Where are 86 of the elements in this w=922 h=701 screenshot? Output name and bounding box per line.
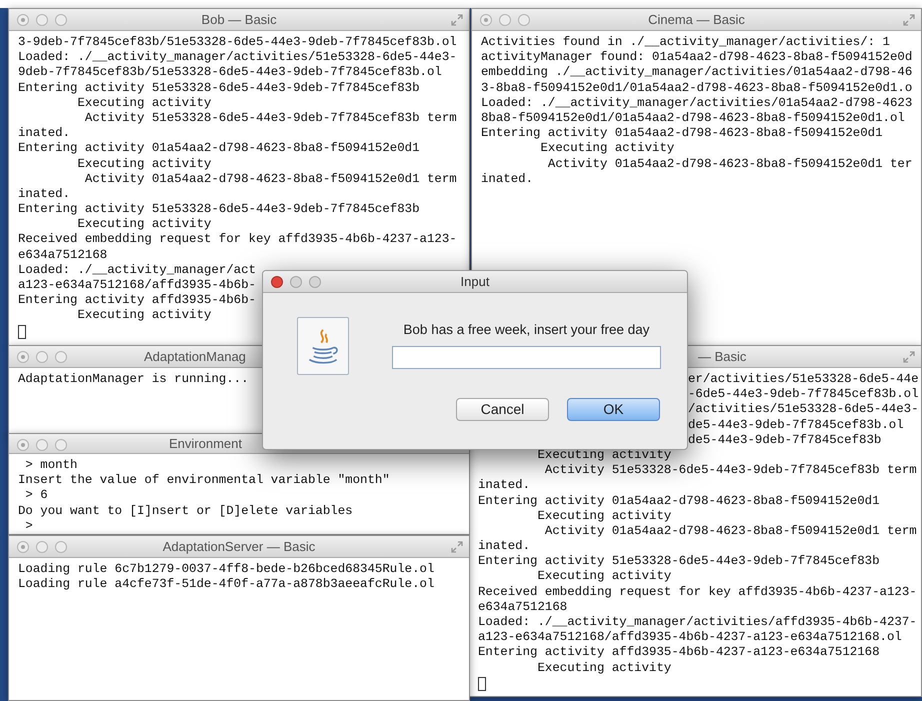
console-line: inated.	[478, 478, 530, 494]
console-line: er/activities/51e53328-6de5-44e	[688, 372, 919, 388]
zoom-button[interactable]	[55, 351, 67, 363]
console-line: e634a7512168	[18, 248, 108, 263]
console-line: de5-44e3-9deb-7f7845cef83b	[688, 432, 882, 448]
console-line: Executing activity	[76, 308, 212, 324]
console-line: Insert the value of environmental variable "month"	[18, 473, 390, 488]
console-line: -6de5-44e3-9deb-7f7845cef83b.ol	[688, 387, 919, 402]
console-line: Entering activity affd3935-4b6b-	[18, 293, 256, 308]
minimize-button[interactable]	[36, 351, 48, 363]
console-line: /activities/51e53328-6de5-44e3-	[688, 402, 919, 418]
fullscreen-icon[interactable]	[451, 14, 463, 26]
console-line: AdaptationManager is running...	[18, 372, 249, 388]
zoom-button[interactable]	[55, 541, 67, 553]
zoom-button[interactable]	[309, 276, 321, 288]
window-title: Cinema — Basic	[648, 12, 745, 28]
console-line: Executing activity	[76, 217, 212, 232]
console-line: Loading rule 6c7b1279-0037-4ff8-bede-b26bced68345Rule.ol	[18, 562, 434, 578]
console-line: Executing activity	[76, 96, 212, 111]
console-line: inated.	[481, 172, 534, 187]
console-line: inated.	[18, 186, 70, 202]
dialog-button[interactable]: OK	[567, 398, 660, 421]
console-line: Entering activity 01a54aa2-d798-4623-8ba8-f5094152e0d1	[478, 494, 880, 509]
console-line: Executing activity	[536, 508, 672, 524]
minimize-button[interactable]	[36, 541, 48, 553]
console-line: Executing activity	[536, 569, 672, 585]
console-line: e634a7512168	[478, 600, 568, 615]
fullscreen-icon[interactable]	[903, 351, 915, 363]
window-title: AdaptationManag	[144, 348, 246, 364]
console-line: Executing activity	[536, 660, 672, 676]
console-line: 8ba8-f5094152e0d1/01a54aa2-d798-4623-8ba8-f5094152e0d1.ol	[481, 110, 905, 126]
console-line: Activity 01a54aa2-d798-4623-8ba8-f5094152e0d1 term	[544, 524, 917, 540]
dialog-message: Bob has a free week, insert your free day	[403, 321, 650, 339]
console-line: Loaded: ./__activity_manager/activities/51e53328-6de5-44e3-	[18, 50, 457, 66]
input-field[interactable]	[392, 346, 661, 370]
console-line: Entering activity 01a54aa2-d798-4623-8ba8-f5094152e0d1	[18, 141, 420, 156]
minimize-button[interactable]	[36, 439, 48, 451]
console-line: > month	[24, 458, 78, 474]
window-title: Environment	[169, 436, 242, 452]
console-line: Loading rule a4cfe73f-51de-4f0f-a77a-a878b3aeeafcRule.ol	[18, 577, 434, 592]
window-title: Bob — Basic	[201, 12, 277, 28]
console-line: Executing activity	[539, 141, 674, 156]
console-line: embedding ./__activity_manager/activities/01a54aa2-d798-46	[481, 65, 912, 81]
minimize-button[interactable]	[290, 276, 302, 288]
console-line: Executing activity	[76, 156, 212, 172]
console-line: Executing activity	[536, 448, 672, 464]
dialog-button[interactable]: Cancel	[456, 398, 549, 421]
minimize-button[interactable]	[499, 14, 511, 26]
console-line: Loaded: ./__activity_manager/activities/affd3935-4b6b-4237-	[478, 615, 917, 630]
console-line: Entering activity 51e53328-6de5-44e3-9deb-7f7845cef83b	[18, 202, 420, 218]
console-line: Loaded: ./__activity_manager/activities/01a54aa2-d798-4623	[481, 96, 912, 111]
zoom-button[interactable]	[55, 14, 67, 26]
zoom-button[interactable]	[518, 14, 530, 26]
minimize-button[interactable]	[36, 14, 48, 26]
console-line: inated.	[478, 539, 530, 554]
console-line: >	[24, 518, 33, 534]
console-line: Entering activity 51e53328-6de5-44e3-9deb-7f7845cef83b	[478, 554, 880, 570]
console-line: Activities found in ./__activity_manager/activities/: 1	[481, 35, 890, 50]
console-line: Activity 01a54aa2-d798-4623-8ba8-f5094152e0d1 ter	[546, 156, 912, 172]
console-line: 3-9deb-7f7845cef83b/51e53328-6de5-44e3-9deb-7f7845cef83b.ol	[18, 35, 457, 50]
console-line: Entering activity 51e53328-6de5-44e3-9deb-7f7845cef83b	[18, 80, 420, 96]
console-line: Activity 51e53328-6de5-44e3-9deb-7f7845cef83b term	[84, 110, 457, 126]
console-line: Entering activity affd3935-4b6b-4237-a123-e634a7512168	[478, 645, 880, 661]
console-line: 3-8ba8-f5094152e0d1/01a54aa2-d798-4623-8ba8-f5094152e0d1.o	[481, 80, 912, 96]
console-line: inated.	[18, 126, 70, 142]
console-line: Loaded: ./__activity_manager/act	[18, 262, 256, 278]
zoom-button[interactable]	[55, 439, 67, 451]
console-line: Do you want to [I]nsert or [D]elete variables	[18, 504, 353, 519]
coffee-cup-icon	[297, 317, 349, 375]
console-line: activityManager found: 01a54aa2-d798-4623-8ba8-f5094152e0d	[481, 50, 912, 66]
window-title: AdaptationServer — Basic	[162, 538, 316, 554]
fullscreen-icon[interactable]	[903, 14, 915, 26]
console-line: Received embedding request for key affd3935-4b6b-4237-a123-	[18, 232, 457, 248]
console-line: a123-e634a7512168/affd3935-4b6b-	[18, 278, 256, 294]
console-line: 9deb-7f7845cef83b/51e53328-6de5-44e3-9deb-7f7845cef83b.ol	[18, 65, 442, 81]
close-button[interactable]	[271, 276, 283, 288]
console-line: Received embedding request for key affd3935-4b6b-4237-a123-	[478, 584, 917, 600]
window-title: Input	[460, 274, 490, 290]
fullscreen-icon[interactable]	[451, 541, 463, 553]
window-title: — Basic	[698, 348, 746, 364]
console-line: a123-e634a7512168/affd3935-4b6b-4237-a123-e634a7512168.ol	[478, 630, 902, 646]
console-line: de5-44e3-9deb-7f7845cef83b.ol	[688, 418, 904, 433]
console-line: Entering activity 01a54aa2-d798-4623-8ba8-f5094152e0d1	[481, 126, 883, 142]
console-line: > 6	[24, 488, 48, 504]
console-line: Activity 01a54aa2-d798-4623-8ba8-f5094152e0d1 term	[84, 172, 457, 187]
console-line: Activity 51e53328-6de5-44e3-9deb-7f7845cef83b term	[544, 463, 917, 478]
